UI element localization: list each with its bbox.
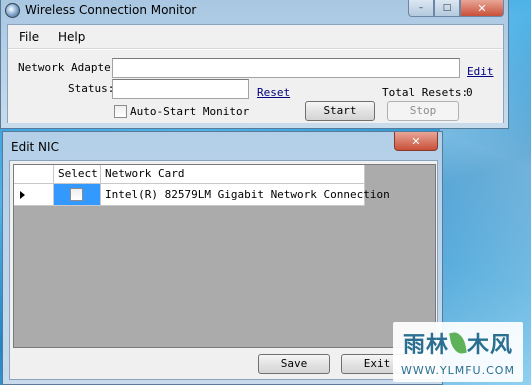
network-adapter-label: Network Adapter: <box>18 61 124 74</box>
save-button[interactable]: Save <box>258 354 330 374</box>
status-label: Status: <box>68 82 115 95</box>
edit-nic-title: Edit NIC <box>11 140 59 154</box>
grid-row-header-corner <box>14 165 54 184</box>
row-header[interactable] <box>14 184 54 206</box>
edit-nic-dialog: Edit NIC ✕ Select Network Card Intel(R) … <box>2 131 443 385</box>
app-icon <box>5 3 20 18</box>
menu-help[interactable]: Help <box>58 30 85 44</box>
close-icon: ✕ <box>411 134 421 148</box>
leaf-icon <box>449 330 467 356</box>
watermark-url: WWW.YLMFU.COM <box>401 364 515 377</box>
close-button[interactable]: ✕ <box>460 0 504 17</box>
network-card-grid[interactable]: Select Network Card Intel(R) 82579LM Gig… <box>13 164 436 348</box>
minimize-button[interactable]: – <box>408 0 434 17</box>
current-row-arrow-icon <box>20 191 25 199</box>
column-header-network-card[interactable]: Network Card <box>101 165 365 184</box>
edit-nic-close-button[interactable]: ✕ <box>394 132 438 151</box>
total-resets-label: Total Resets: <box>382 86 469 99</box>
main-window-title: Wireless Connection Monitor <box>25 3 197 17</box>
menu-file[interactable]: File <box>19 30 39 44</box>
main-window: Wireless Connection Monitor – □ ✕ File H… <box>0 0 509 129</box>
maximize-icon: □ <box>442 3 452 13</box>
status-field[interactable] <box>112 79 249 99</box>
close-icon: ✕ <box>477 1 487 15</box>
main-title-bar[interactable]: Wireless Connection Monitor – □ ✕ <box>1 0 508 22</box>
watermark: 雨林 木风 WWW.YLMFU.COM <box>393 322 523 382</box>
total-resets-value: 0 <box>466 86 473 99</box>
select-cell[interactable] <box>54 184 101 206</box>
monitor-form: Network Adapter: Edit Status: Reset Tota… <box>8 50 503 123</box>
select-checkbox[interactable] <box>70 188 83 201</box>
watermark-logo: 雨林 木风 <box>395 324 521 362</box>
grid-header: Select Network Card <box>14 165 365 184</box>
auto-start-label: Auto-Start Monitor <box>130 105 250 118</box>
watermark-logo-right: 木风 <box>467 333 514 358</box>
main-client-area: File Help Network Adapter: Edit Status: … <box>7 24 504 123</box>
auto-start-checkbox[interactable] <box>114 105 127 118</box>
network-card-cell: Intel(R) 82579LM Gigabit Network Connect… <box>101 184 390 206</box>
menu-bar: File Help <box>8 25 503 49</box>
column-header-select[interactable]: Select <box>54 165 101 184</box>
network-adapter-field[interactable] <box>112 58 460 78</box>
watermark-logo-left: 雨林 <box>402 333 449 358</box>
start-button[interactable]: Start <box>305 101 375 121</box>
reset-link[interactable]: Reset <box>257 86 290 99</box>
table-row[interactable]: Intel(R) 82579LM Gigabit Network Connect… <box>14 184 390 206</box>
edit-link[interactable]: Edit <box>467 65 494 78</box>
minimize-icon: – <box>418 3 424 13</box>
edit-nic-client-area: Select Network Card Intel(R) 82579LM Gig… <box>9 160 438 380</box>
stop-button[interactable]: Stop <box>387 101 459 121</box>
maximize-button[interactable]: □ <box>434 0 460 17</box>
caption-buttons: – □ ✕ <box>408 0 504 18</box>
